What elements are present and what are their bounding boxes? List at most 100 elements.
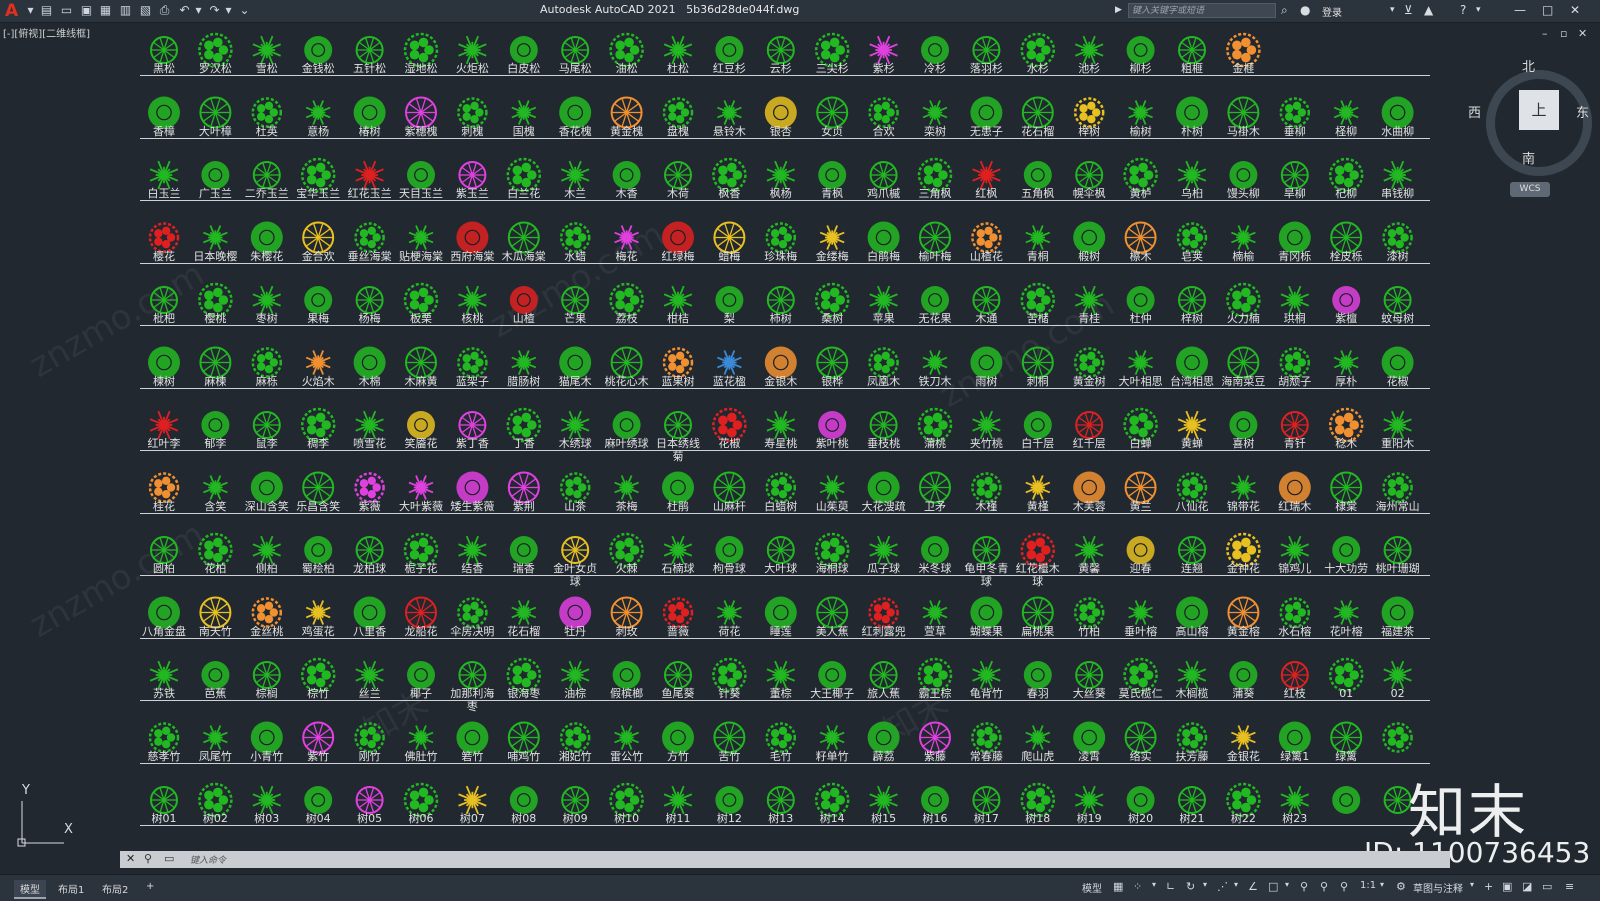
plant-symbol[interactable] [869,661,898,689]
plant-symbol[interactable] [766,660,796,690]
plant-symbol[interactable] [972,286,1001,314]
plant-symbol[interactable] [610,346,643,379]
plant-symbol[interactable] [1229,411,1258,439]
plant-symbol[interactable] [407,411,435,439]
compass-east[interactable]: 东 [1576,102,1589,121]
plant-symbol[interactable] [1227,96,1260,129]
user-icon[interactable]: ● [1300,3,1310,18]
new-file-icon[interactable]: ▤ [40,4,53,17]
plant-symbol[interactable] [971,722,1002,753]
clean-screen-icon[interactable]: ▭ [1542,880,1552,893]
plant-symbol[interactable] [662,597,694,628]
plant-symbol[interactable] [1231,225,1256,250]
plant-symbol[interactable] [457,597,488,628]
plant-symbol[interactable] [1382,722,1413,753]
plant-symbol[interactable] [458,161,487,189]
plant-symbol[interactable] [355,160,384,190]
plant-symbol[interactable] [1280,661,1309,689]
plant-symbol[interactable] [1126,786,1155,814]
plant-symbol[interactable] [1333,600,1359,625]
plant-symbol[interactable] [559,222,591,253]
plant-symbol[interactable] [305,600,331,625]
plant-symbol[interactable] [149,410,179,440]
plant-symbol[interactable] [972,160,1001,190]
plant-symbol[interactable] [509,786,538,814]
plant-symbol[interactable] [509,36,538,64]
plus-icon[interactable]: + [1484,880,1493,893]
plant-symbol[interactable] [1128,600,1153,625]
drawing-area[interactable]: znzmo.com znzmo.com znzmo.com znzmo.com … [0,0,1600,900]
plant-symbol[interactable] [1074,35,1104,65]
login-dropdown-icon[interactable]: ▾ [1390,3,1395,18]
plant-symbol[interactable] [919,471,951,504]
plant-symbol[interactable] [662,97,694,128]
plant-symbol[interactable] [1124,471,1157,504]
plant-symbol[interactable] [355,410,384,440]
isolate-icon[interactable]: ◪ [1522,880,1532,893]
plant-symbol[interactable] [1128,100,1153,125]
plant-symbol[interactable] [560,410,590,440]
plant-symbol[interactable] [252,661,281,689]
scale-readout[interactable]: 1:1 [1360,880,1376,891]
plant-symbol[interactable] [457,97,488,128]
plant-symbol[interactable] [1021,96,1054,129]
compass-north[interactable]: 北 [1522,56,1535,75]
plant-symbol[interactable] [972,786,1001,814]
plant-symbol[interactable] [971,472,1002,503]
plant-symbol[interactable] [150,36,178,64]
plant-symbol[interactable] [765,222,797,253]
plant-symbol[interactable] [612,161,641,189]
plant-symbol[interactable] [509,286,538,314]
plant-symbol[interactable] [1382,222,1413,253]
plant-symbol[interactable] [507,471,540,504]
plant-symbol[interactable] [561,786,590,814]
plant-symbol[interactable] [1330,471,1363,504]
plant-symbol[interactable] [252,785,282,815]
plant-symbol[interactable] [304,36,333,64]
plant-symbol[interactable] [458,35,487,65]
plant-symbol[interactable] [511,600,537,625]
plant-symbol[interactable] [304,536,333,564]
plant-symbol[interactable] [971,222,1002,253]
plant-symbol[interactable] [408,225,434,250]
plant-symbol[interactable] [766,536,795,564]
plot-to-web-icon[interactable]: ▥ [119,4,132,17]
plant-symbol[interactable] [304,286,333,314]
plant-symbol[interactable] [1280,411,1309,439]
viewcube[interactable]: 上 北 南 西 东 [1468,60,1594,178]
plant-symbol[interactable] [921,36,949,64]
plant-symbol[interactable] [252,161,281,189]
plant-symbol[interactable] [1227,346,1260,379]
plant-symbol[interactable] [1383,410,1412,440]
plant-symbol[interactable] [150,786,178,814]
plant-symbol[interactable] [766,160,796,190]
model-space-button[interactable]: 模型 [1082,880,1102,895]
plant-symbol[interactable] [717,600,742,625]
drawing-restore-icon[interactable]: ▫ [1560,27,1567,40]
plant-symbol[interactable] [1176,722,1208,753]
plant-symbol[interactable] [511,350,537,375]
plant-symbol[interactable] [355,786,384,814]
plant-symbol[interactable] [819,725,845,750]
plant-symbol[interactable] [1023,661,1052,689]
login-button[interactable]: 登录 [1322,4,1342,19]
plant-symbol[interactable] [1177,160,1207,190]
plant-symbol[interactable] [922,600,948,625]
viewport-controls-label[interactable]: [-][俯视][二维线框] [3,25,90,40]
plant-symbol[interactable] [199,596,232,629]
plant-symbol[interactable] [1231,475,1256,500]
plant-symbol[interactable] [869,35,898,65]
auto-scale-icon[interactable]: ⚲ [1320,880,1328,893]
plant-symbol[interactable] [560,160,590,190]
isodraft-icon[interactable]: ⋰ [1217,880,1228,893]
plant-symbol[interactable] [1124,221,1157,254]
plant-symbol[interactable] [561,36,590,64]
plant-symbol[interactable] [1229,661,1258,689]
plant-symbol[interactable] [1075,161,1104,189]
plant-symbol[interactable] [407,161,435,189]
plant-symbol[interactable] [1023,161,1052,189]
plant-symbol[interactable] [1178,36,1206,64]
plant-symbol[interactable] [1383,160,1412,190]
plant-symbol[interactable] [1332,286,1361,314]
plant-symbol[interactable] [1280,535,1310,565]
